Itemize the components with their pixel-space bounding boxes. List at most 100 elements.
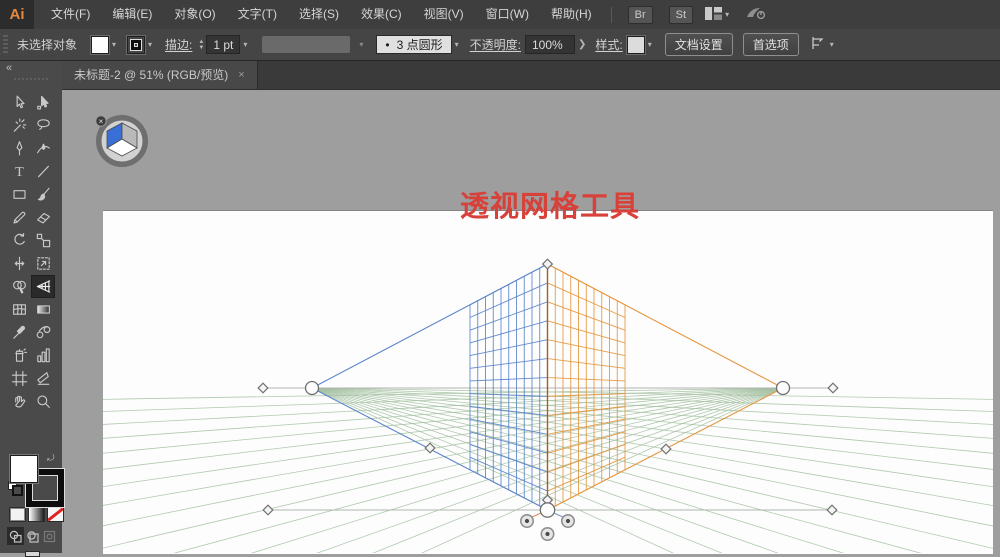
align-glyphs-icon[interactable] [811,36,827,53]
workspace-switcher-icon[interactable] [705,6,723,23]
column-graph-icon [36,348,50,363]
tool-grid: T [7,91,55,413]
stroke-weight-label[interactable]: 描边: [165,36,192,53]
brush-chevron-icon[interactable]: ▾ [455,40,459,49]
pen-icon [16,141,22,156]
workspace-chevron-icon[interactable]: ▾ [725,10,729,19]
eraser-icon [36,212,50,224]
menu-view[interactable]: 视图(V) [413,0,475,29]
swap-fill-stroke-icon[interactable]: ⤾ [47,453,58,464]
cs-live-icon[interactable] [746,6,766,24]
draw-normal-mode-icon[interactable] [7,527,24,545]
tool-lasso[interactable] [31,114,55,137]
tool-pencil[interactable] [7,206,31,229]
opacity-label[interactable]: 不透明度: [470,36,521,53]
hand-icon [14,395,25,408]
tool-perspective-grid[interactable] [31,275,55,298]
paint-color-button[interactable] [9,507,26,522]
tool-selection[interactable] [7,91,31,114]
lasso-icon [36,119,50,130]
bridge-button[interactable]: Br [627,5,653,24]
tool-eraser[interactable] [31,206,55,229]
tool-width[interactable] [7,252,31,275]
tool-mesh[interactable] [7,298,31,321]
style-swatch[interactable] [626,35,645,54]
menu-window[interactable]: 窗口(W) [475,0,540,29]
stroke-weight-chevron-icon[interactable]: ▾ [243,40,247,49]
tool-symbol-sprayer[interactable] [7,344,31,367]
tool-direct-selection[interactable] [31,91,55,114]
tool-slice[interactable] [31,367,55,390]
selection-icon [16,95,25,109]
variable-width-dropdown [262,36,351,53]
tool-blend[interactable] [31,321,55,344]
menu-effect[interactable]: 效果(C) [350,0,413,29]
stroke-chevron-icon[interactable]: ▾ [148,40,152,49]
align-chevron-icon[interactable]: ▾ [830,40,834,49]
menu-help[interactable]: 帮助(H) [540,0,603,29]
tool-gradient[interactable] [31,298,55,321]
tab-close-icon[interactable]: × [238,69,244,81]
app-logo[interactable]: Ai [0,0,34,29]
menu-edit[interactable]: 编辑(E) [101,0,163,29]
tool-pen[interactable] [7,137,31,160]
document-setup-button[interactable]: 文档设置 [664,33,733,56]
opacity-expand-icon[interactable]: ❯ [578,39,586,50]
curvature-icon [36,143,50,154]
brush-definition-field[interactable]: • 3 点圆形 [376,35,452,54]
fill-well[interactable] [10,455,38,483]
tool-scale[interactable] [31,229,55,252]
screen-mode-button[interactable] [25,551,40,557]
menu-file[interactable]: 文件(F) [40,0,101,29]
tool-curvature[interactable] [31,137,55,160]
tool-zoom[interactable] [31,390,55,413]
shape-builder-icon [12,280,26,294]
tool-line-segment[interactable] [31,160,55,183]
tool-magic-wand[interactable] [7,114,31,137]
brush-name: 3 点圆形 [396,38,443,52]
tool-column-graph[interactable] [31,344,55,367]
artboard-icon [11,370,27,387]
tool-eyedropper[interactable] [7,321,31,344]
tool-type[interactable]: T [7,160,31,183]
control-bar: 未选择对象 ▾ ▾ 描边: ▲ ▼ 1 pt ▾ ▾ • 3 点圆形 ▾ 不透明度… [0,29,1000,61]
menu-bar: Ai 文件(F) 编辑(E) 对象(O) 文字(T) 选择(S) 效果(C) 视… [0,0,1000,30]
tool-rectangle[interactable] [7,183,31,206]
tool-artboard[interactable] [7,367,31,390]
rectangle-icon [12,190,26,199]
width-icon [14,256,24,271]
tool-hand[interactable] [7,390,31,413]
toolbar-collapse-icon[interactable]: « [6,62,12,74]
stroke-weight-field[interactable]: 1 pt [206,35,241,54]
control-bar-grip[interactable] [3,34,8,55]
style-label[interactable]: 样式: [595,36,622,53]
style-chevron-icon[interactable]: ▾ [648,40,652,49]
line-segment-icon [37,165,49,178]
svg-text:T: T [15,164,24,180]
paint-none-button[interactable] [47,507,64,522]
paint-gradient-button[interactable] [28,507,45,522]
menu-select[interactable]: 选择(S) [288,0,350,29]
stock-button[interactable]: St [668,5,694,24]
draw-inside-mode-icon[interactable] [41,527,58,545]
document-tab[interactable]: 未标题-2 @ 51% (RGB/预览) × [62,60,258,89]
preferences-button[interactable]: 首选项 [742,33,799,56]
tool-paintbrush[interactable] [31,183,55,206]
zoom-icon [36,395,50,408]
tool-rotate[interactable] [7,229,31,252]
stroke-color-swatch[interactable] [127,35,146,54]
fill-color-swatch[interactable] [91,35,110,54]
menu-type[interactable]: 文字(T) [227,0,288,29]
rotate-icon [13,232,25,245]
opacity-field[interactable]: 100% [524,35,575,54]
artboard[interactable] [103,210,993,554]
draw-behind-mode-icon[interactable] [24,527,41,545]
menu-object[interactable]: 对象(O) [163,0,226,29]
tools-panel: « T ⤾ [0,60,64,557]
fill-chevron-icon[interactable]: ▾ [112,40,116,49]
variable-width-chevron-icon: ▾ [359,40,364,49]
tool-shape-builder[interactable] [7,275,31,298]
stroke-weight-stepper[interactable]: ▲ ▼ [198,39,204,51]
tool-free-transform[interactable] [31,252,55,275]
toolbar-grip[interactable] [14,78,48,80]
